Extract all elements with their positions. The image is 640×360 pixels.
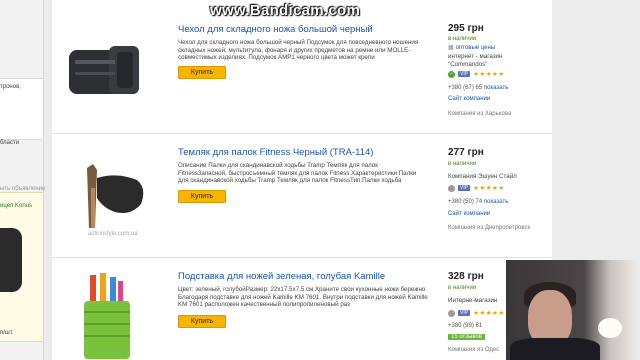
product-image[interactable] [56, 30, 158, 116]
shop-rating: ✓ VIP ★★★★★ [448, 70, 505, 78]
wholesale-label: оптовые цены [455, 44, 496, 51]
sidebar-fragment[interactable]: бласти [0, 140, 19, 146]
shop-name-link[interactable]: Компания Эшуен Стайл [448, 173, 517, 181]
shield-icon [448, 309, 455, 317]
product-title-link[interactable]: Темляк для палок Fitness Черный (TRA-114… [178, 147, 373, 158]
sidebar-ad-image[interactable] [0, 228, 22, 292]
company-city: Компания из Одес [448, 347, 500, 353]
phone-number: +380 (99) 61 [448, 323, 483, 329]
shield-icon [448, 184, 455, 192]
star-rating-icon: ★★★★★ [473, 71, 505, 78]
star-rating-icon: ★★★★★ [473, 310, 505, 317]
shop-name-link[interactable]: интернет - магазин "Commandos" [448, 53, 538, 68]
company-city: Компания из Днепропетровск [448, 225, 531, 231]
list-item: actionstyle.com.ua Темляк для палок Fitn… [52, 135, 552, 258]
product-list: Чехол для складного ножа большой черный … [52, 0, 552, 360]
list-item: Чехол для складного ножа большой черный … [52, 0, 552, 134]
wholesale-icon: ▦ [448, 45, 454, 51]
verified-icon: ✓ [448, 70, 455, 78]
sidebar-ad-price: п/шт. [0, 330, 14, 336]
product-title-link[interactable]: Чехол для складного ножа большой черный [178, 24, 373, 35]
availability-status: в наличии [448, 285, 477, 291]
vip-badge: VIP [458, 185, 471, 191]
product-description: Чехол для складного ножа большой черный … [178, 39, 419, 62]
company-site-link[interactable]: Сайт компании [448, 96, 490, 102]
product-image[interactable]: actionstyle.com.ua [56, 155, 158, 241]
list-item: Подставка для ножей зеленая, голубая Kam… [52, 259, 552, 360]
buy-button[interactable]: Купить [178, 190, 226, 203]
webcam-overlay [506, 260, 636, 360]
phone-number: +380 (50) 74 [448, 199, 483, 205]
sidebar-fragment[interactable]: тронов, [0, 84, 21, 90]
show-phone-link[interactable]: показать [484, 85, 508, 91]
company-site-link[interactable]: Сайт компании [448, 211, 490, 217]
product-image[interactable] [56, 271, 158, 360]
shop-rating: VIP ★★★★★ [448, 184, 505, 192]
phone-row: +380 (50) 74 показать [448, 199, 508, 205]
phone-row: +380 (67) 65 показать [448, 85, 508, 91]
vip-badge: VIP [458, 310, 471, 316]
phone-row: +380 (99) 61 [448, 323, 482, 329]
show-phone-link[interactable]: показать [484, 199, 508, 205]
product-description: Описание Палки для скандинавской ходьбы … [178, 162, 417, 185]
shop-name-link[interactable]: Интерне-магазин [448, 297, 497, 305]
buy-button[interactable]: Купить [178, 315, 226, 328]
availability-status: в наличии [448, 161, 477, 167]
sidebar-ad-title[interactable]: ицел Konus [0, 203, 32, 209]
left-sidebar: тронов, бласти ыть объявление ицел Konus… [0, 0, 45, 360]
product-price: 277 грн [448, 147, 484, 158]
shop-rating: VIP ★★★★★ [448, 309, 505, 317]
product-description: Цвет: зеленый, голубойРазмер: 22x17.5x7.… [178, 286, 428, 309]
star-rating-icon: ★★★★★ [473, 185, 505, 192]
vip-badge: VIP [458, 71, 471, 77]
phone-number: +380 (67) 65 [448, 85, 483, 91]
product-title-link[interactable]: Подставка для ножей зеленая, голубая Kam… [178, 271, 385, 282]
recording-watermark: www.Bandicam.com [210, 2, 361, 19]
product-price: 328 грн [448, 271, 484, 282]
reviews-badge[interactable]: 15 отзывов [448, 334, 486, 340]
buy-button[interactable]: Купить [178, 66, 226, 79]
product-price: 295 грн [448, 23, 484, 34]
availability-status: в наличии [448, 36, 477, 42]
image-caption: actionstyle.com.ua [88, 231, 138, 237]
company-city: Компания из Харькова [448, 111, 512, 117]
wholesale-prices-link[interactable]: ▦ оптовые цены [448, 44, 496, 52]
